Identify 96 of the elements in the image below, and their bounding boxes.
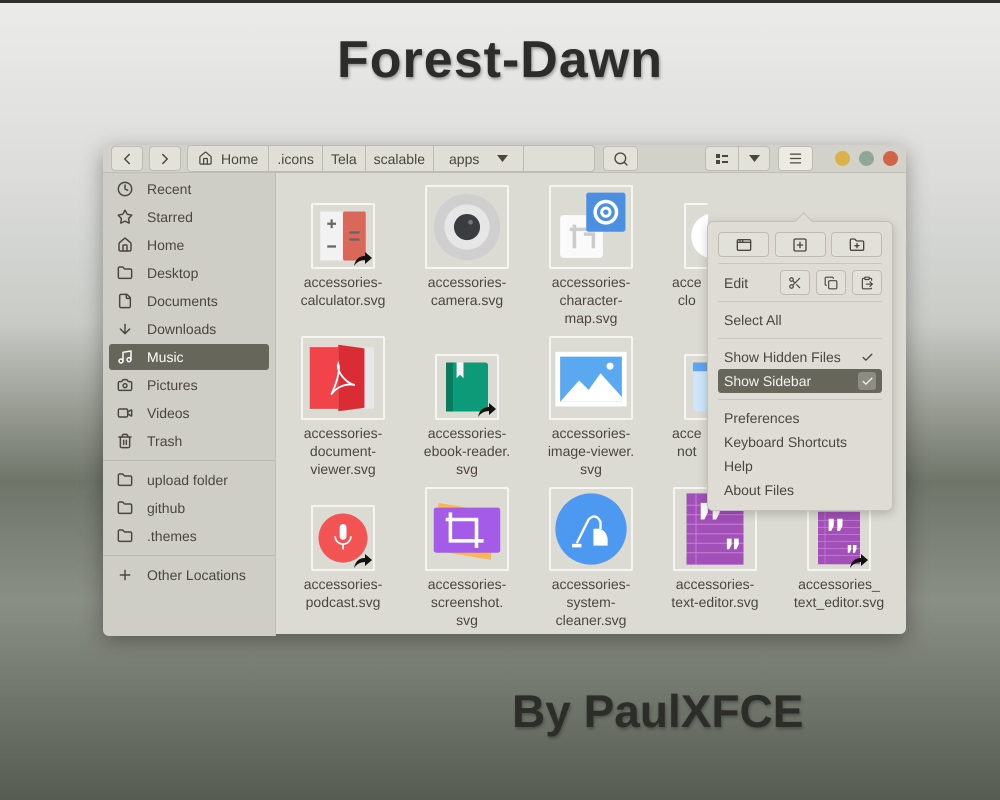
path-segment[interactable]: Tela (322, 146, 366, 171)
file-name[interactable]: accessories- image-viewer. svg (548, 424, 634, 478)
theme-title: Forest-Dawn (336, 30, 664, 90)
document-icon (117, 293, 133, 309)
cut-button[interactable] (780, 270, 810, 295)
window-plus-icon (736, 236, 752, 252)
file-name[interactable]: acce clo (653, 273, 702, 309)
menu-item[interactable]: Help (718, 454, 882, 478)
file-name[interactable]: accessories- character- map.svg (552, 273, 630, 327)
sidebar-item[interactable]: Documents (109, 288, 269, 314)
path-segment[interactable]: apps (434, 146, 524, 171)
menu-item[interactable]: About Files (718, 478, 882, 502)
music-icon (117, 349, 133, 365)
file-name[interactable]: accessories- document- viewer.svg (304, 424, 382, 478)
file-thumbnail[interactable] (435, 354, 499, 420)
file-name[interactable]: accessories_ text_editor.svg (794, 575, 884, 611)
paste-button[interactable] (852, 270, 882, 295)
menu-icon (788, 151, 803, 166)
check-icon (860, 350, 874, 364)
dropdown-caret-icon (497, 155, 508, 162)
menu-item[interactable]: Preferences (718, 406, 882, 430)
file-thumbnail[interactable] (425, 185, 509, 269)
download-icon (117, 321, 133, 337)
camera-icon (117, 377, 133, 393)
file-name[interactable]: accessories- podcast.svg (304, 575, 382, 611)
file-thumbnail[interactable] (549, 336, 633, 420)
home-icon (117, 237, 133, 253)
menu-item[interactable]: Keyboard Shortcuts (718, 430, 882, 454)
path-segment[interactable]: Home (188, 146, 270, 171)
file-name[interactable]: accessories- calculator.svg (300, 273, 386, 309)
sidebar-item[interactable]: Home (109, 232, 269, 258)
menu-item[interactable]: Show Sidebar (718, 369, 882, 393)
sidebar-item[interactable]: Desktop (109, 260, 269, 286)
new-tab-button[interactable] (774, 232, 826, 257)
file-name[interactable]: accessories- text-editor.svg (671, 575, 759, 611)
folder-plus-icon (848, 236, 864, 252)
search-icon (612, 150, 628, 166)
search-button[interactable] (603, 146, 638, 171)
star-icon (117, 209, 133, 225)
vacuum-cleaner-icon (553, 491, 629, 567)
file-thumbnail[interactable] (301, 336, 385, 420)
file-thumbnail[interactable] (311, 203, 375, 269)
author-credit: By PaulXFCE (512, 684, 804, 738)
sidebar-item[interactable]: .themes (109, 523, 269, 549)
dropdown-caret-icon (748, 155, 760, 162)
clock-icon (117, 181, 133, 197)
home-icon (198, 151, 213, 166)
menu-button[interactable] (778, 146, 813, 171)
folder-icon (117, 265, 133, 281)
link-arrow-icon (354, 250, 372, 266)
menu-item[interactable]: Show Hidden Files (718, 345, 882, 369)
menu-item[interactable]: Select All (718, 308, 882, 332)
new-folder-button[interactable] (831, 232, 882, 257)
file-name[interactable]: accessories- ebook-reader. svg (424, 424, 510, 478)
file-name[interactable]: acce not (653, 424, 702, 460)
new-window-button[interactable] (718, 232, 769, 257)
clipboard-icon (860, 276, 874, 290)
link-arrow-icon (354, 552, 372, 568)
view-toggle-button[interactable] (705, 146, 739, 171)
sidebar-item[interactable]: Pictures (109, 372, 269, 398)
file-thumbnail[interactable] (549, 487, 633, 571)
view-options-button[interactable] (739, 146, 770, 171)
sidebar-item[interactable]: Videos (109, 400, 269, 426)
path-segment[interactable]: .icons (269, 146, 323, 171)
forward-button[interactable] (149, 146, 181, 171)
file-name[interactable]: accessories- system- cleaner.svg (552, 575, 630, 629)
link-arrow-icon (478, 401, 496, 417)
checkbox[interactable] (858, 372, 876, 390)
file-thumbnail[interactable] (425, 487, 509, 571)
folder-icon (117, 528, 133, 544)
file-thumbnail[interactable] (311, 505, 375, 571)
square-plus-icon (792, 236, 808, 252)
file-thumbnail[interactable] (549, 185, 633, 269)
link-arrow-icon (850, 552, 868, 568)
copy-icon (824, 276, 838, 290)
trash-icon (117, 433, 133, 449)
scissors-icon (788, 276, 802, 290)
sidebar-item[interactable]: Trash (109, 428, 269, 454)
file-name[interactable]: accessories- screenshot. svg (428, 575, 506, 629)
sidebar-item[interactable]: Starred (109, 204, 269, 230)
path-segment[interactable]: scalable (366, 146, 434, 171)
sidebar-item[interactable]: upload folder (109, 467, 269, 493)
check-icon (860, 374, 874, 388)
sidebar-item[interactable]: Other Locations (109, 562, 269, 588)
plus-icon (117, 567, 133, 583)
folder-icon (117, 472, 133, 488)
sidebar-item[interactable]: Recent (109, 176, 269, 202)
copy-button[interactable] (816, 270, 846, 295)
folder-icon (117, 500, 133, 516)
file-name[interactable]: accessories- camera.svg (428, 273, 506, 309)
list-view-icon (716, 154, 728, 164)
back-button[interactable] (111, 146, 143, 171)
sidebar-item[interactable]: github (109, 495, 269, 521)
sidebar-item[interactable]: Downloads (109, 316, 269, 342)
sidebar-item[interactable]: Music (109, 344, 269, 370)
edit-label: Edit (723, 274, 748, 290)
